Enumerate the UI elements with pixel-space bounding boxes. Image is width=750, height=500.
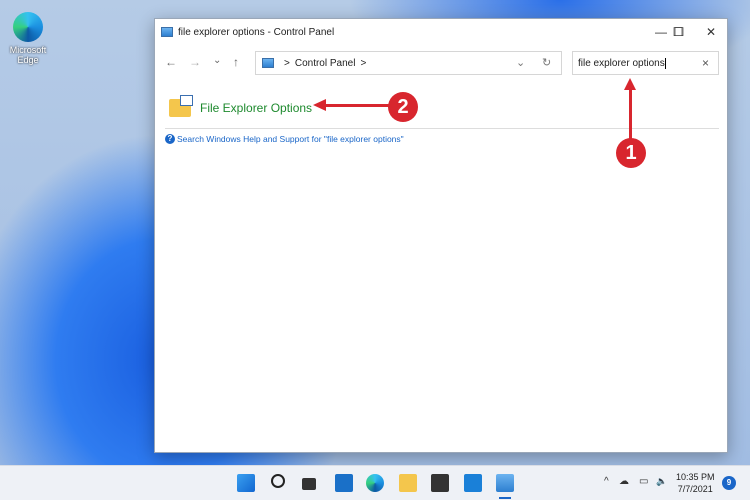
- arrow-head-2-icon: [313, 99, 326, 111]
- help-icon: ?: [165, 134, 175, 144]
- mail-icon[interactable]: [464, 474, 482, 492]
- date: 7/7/2021: [677, 484, 713, 494]
- title-bar: file explorer options - Control Panel: [155, 19, 727, 45]
- window-title: file explorer options - Control Panel: [178, 26, 335, 38]
- annotation-arrow-1: [629, 88, 632, 143]
- control-panel-icon: [262, 58, 274, 68]
- help-link-text[interactable]: Search Windows Help and Support for "fil…: [177, 134, 404, 144]
- volume-icon[interactable]: 🔈: [656, 476, 667, 487]
- up-button[interactable]: ↑: [233, 55, 239, 69]
- search-input[interactable]: file explorer options ×: [572, 51, 719, 75]
- taskbar: ^ ☁ ▭ 🔈 10:35 PM 7/7/2021 9: [0, 465, 750, 500]
- search-value: file explorer options: [578, 57, 665, 69]
- edge-icon[interactable]: [366, 474, 384, 492]
- task-view-icon[interactable]: [302, 478, 316, 490]
- breadcrumb-separator[interactable]: >: [360, 58, 366, 69]
- desktop-icon-edge[interactable]: Microsoft Edge: [4, 12, 52, 65]
- help-link[interactable]: ? Search Windows Help and Support for "f…: [165, 134, 404, 144]
- address-dropdown-icon[interactable]: ⌄: [516, 56, 525, 69]
- control-panel-icon: [161, 27, 173, 37]
- clear-search-button[interactable]: ×: [702, 56, 709, 70]
- maximize-button-visible[interactable]: ☐: [661, 19, 697, 45]
- breadcrumb-separator: >: [284, 57, 290, 69]
- navigation-bar: ← → ⌄ ↑ > Control Panel > ⌄ ↻ file explo…: [155, 49, 727, 77]
- store-icon[interactable]: [431, 474, 449, 492]
- control-panel-window: file explorer options - Control Panel — …: [154, 18, 728, 453]
- close-button[interactable]: ✕: [693, 19, 729, 45]
- start-icon[interactable]: [237, 474, 255, 492]
- edge-icon: [13, 12, 43, 42]
- address-bar[interactable]: > Control Panel > ⌄ ↻: [255, 51, 562, 75]
- time: 10:35 PM: [676, 472, 715, 482]
- result-file-explorer-options[interactable]: File Explorer Options: [169, 95, 312, 117]
- annotation-badge-2: 2: [388, 92, 418, 122]
- refresh-icon[interactable]: ↻: [542, 56, 551, 69]
- breadcrumb-control-panel[interactable]: Control Panel: [295, 58, 356, 69]
- desktop-icon-label: Microsoft Edge: [9, 45, 47, 65]
- arrow-head-1-icon: [624, 78, 636, 90]
- folder-options-icon: [169, 95, 193, 117]
- search-icon[interactable]: [271, 474, 285, 488]
- show-hidden-icons-icon[interactable]: ^: [604, 476, 609, 487]
- clock[interactable]: 10:35 PM 7/7/2021: [676, 471, 715, 495]
- network-icon[interactable]: ▭: [639, 476, 648, 487]
- onedrive-icon[interactable]: ☁: [619, 476, 629, 487]
- result-label[interactable]: File Explorer Options: [200, 101, 312, 115]
- control-panel-icon[interactable]: [496, 474, 514, 492]
- widgets-icon[interactable]: [335, 474, 353, 492]
- annotation-badge-1: 1: [616, 138, 646, 168]
- annotation-arrow-2: [325, 104, 390, 107]
- notification-badge[interactable]: 9: [722, 476, 736, 490]
- divider: [165, 128, 719, 129]
- active-app-indicator: [499, 497, 511, 499]
- maximize-label: ☐: [673, 25, 685, 39]
- file-explorer-icon[interactable]: [399, 474, 417, 492]
- forward-button[interactable]: →: [189, 55, 201, 69]
- back-button[interactable]: ←: [165, 55, 177, 69]
- recent-locations-button[interactable]: ⌄: [213, 55, 221, 66]
